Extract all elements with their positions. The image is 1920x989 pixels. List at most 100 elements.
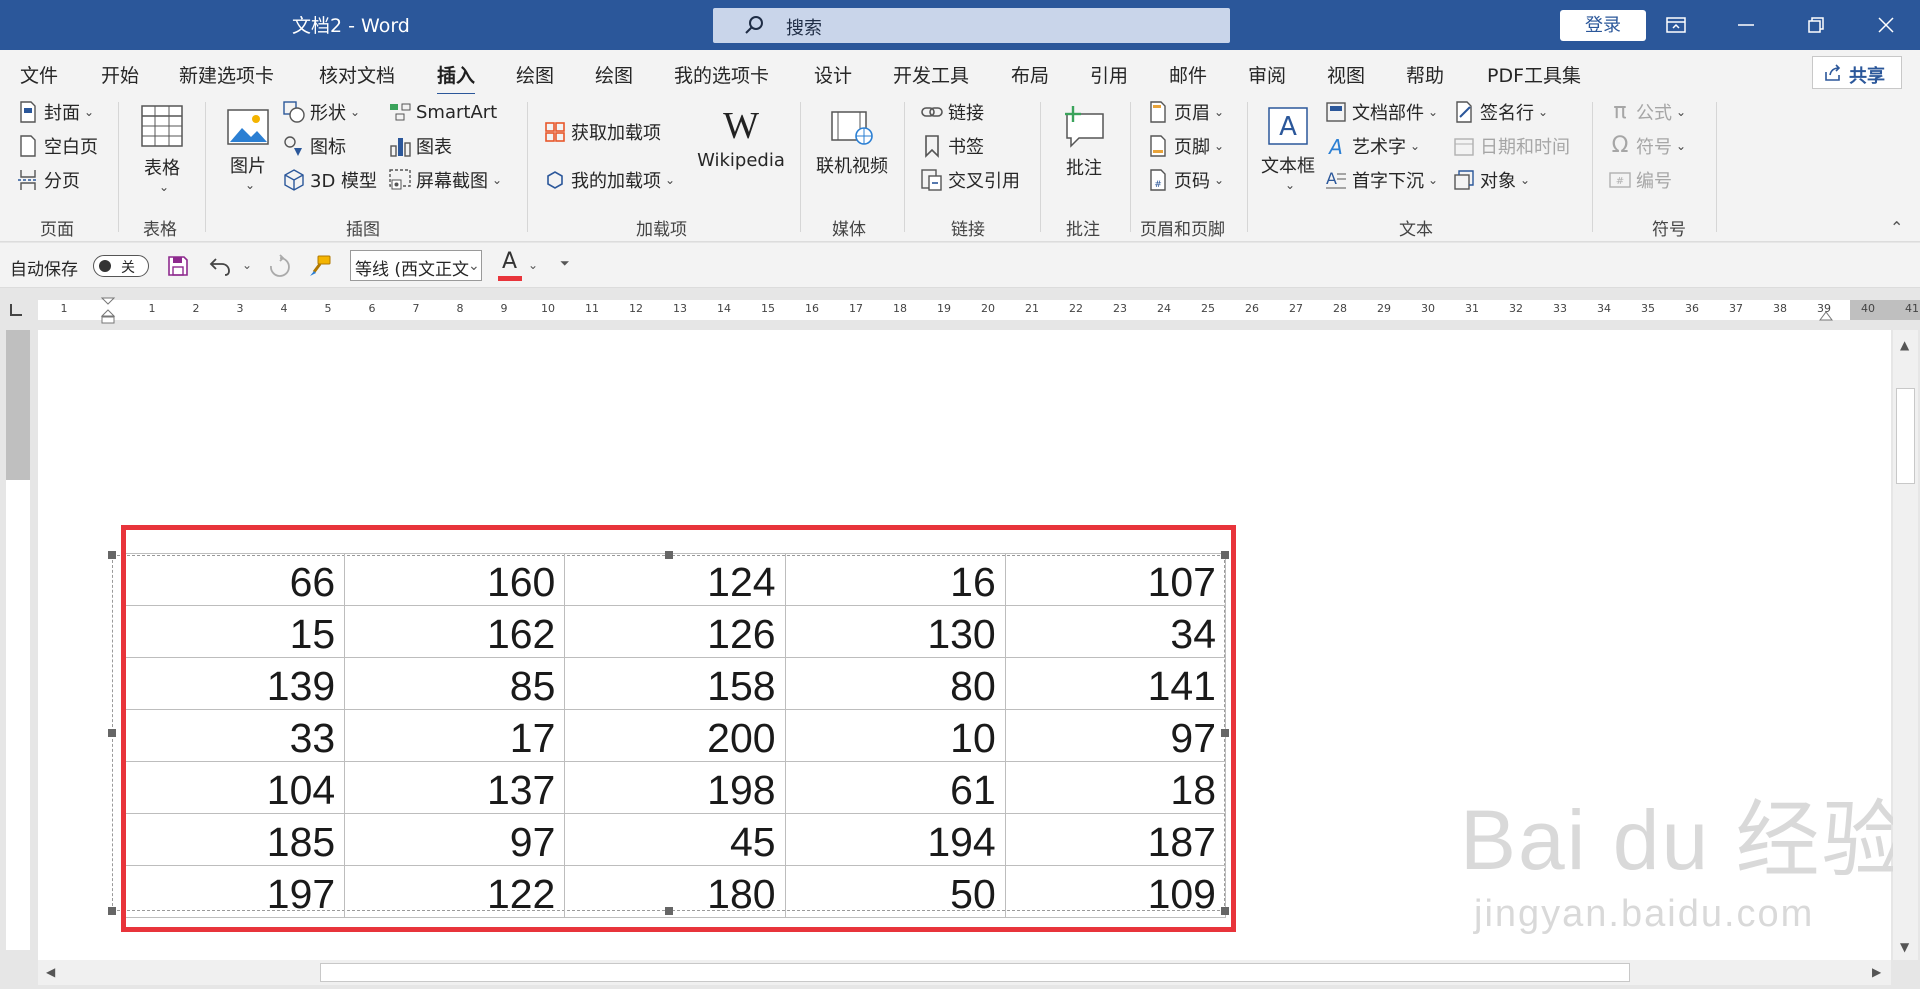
vertical-scroll-thumb[interactable] [1896,388,1915,484]
tab-view[interactable]: 视图 [1327,61,1365,88]
ruler-number: 24 [1157,302,1171,315]
icons-button[interactable]: 图标 [282,132,346,160]
tab-mailings[interactable]: 邮件 [1169,61,1207,88]
page-number-label: 页码 [1174,171,1210,192]
close-button[interactable] [1858,0,1914,50]
date-time-button[interactable]: 日期和时间 [1452,132,1570,160]
right-indent-icon[interactable] [1818,306,1834,322]
resize-handle[interactable] [108,907,116,915]
bookmark-button[interactable]: 书签 [920,132,984,160]
shapes-button[interactable]: 形状 ⌄ [282,98,360,126]
customize-toolbar-icon[interactable]: ⏷ [560,256,570,271]
autosave-state: 关 [121,260,135,276]
toggle-knob [99,260,111,272]
date-time-label: 日期和时间 [1480,137,1570,158]
table-label: 表格 [144,158,180,179]
ruler-number: 27 [1289,302,1303,315]
svg-text:A: A [1279,112,1297,142]
undo-dropdown-icon[interactable]: ⌄ [242,258,252,272]
quick-parts-button[interactable]: 文档部件 ⌄ [1324,98,1438,126]
3d-models-button[interactable]: 3D 模型 [282,166,377,194]
symbol-label: 符号 [1636,137,1672,158]
header-button[interactable]: 页眉 ⌄ [1146,98,1224,126]
tab-draw-2[interactable]: 绘图 [595,61,633,88]
quick-parts-label: 文档部件 [1352,103,1424,124]
tab-home[interactable]: 开始 [101,61,139,88]
tab-stop-icon[interactable] [10,304,22,316]
page-number-button[interactable]: # 页码 ⌄ [1146,166,1224,194]
svg-text:W: W [723,106,759,144]
search-box[interactable]: 搜索 [713,8,1230,43]
indent-marker-icon[interactable] [100,296,116,326]
tab-my-tab[interactable]: 我的选项卡 [674,61,769,88]
tab-references[interactable]: 引用 [1090,61,1128,88]
resize-handle[interactable] [108,551,116,559]
smartart-button[interactable]: SmartArt [388,98,497,126]
vertical-scrollbar[interactable]: ▲ ▼ [1893,330,1918,960]
horizontal-scrollbar[interactable]: ◀ ▶ [38,960,1891,985]
undo-icon[interactable] [208,254,232,278]
picture-button[interactable]: 图片 ⌄ [224,108,272,192]
footer-button[interactable]: 页脚 ⌄ [1146,132,1224,160]
autosave-toggle[interactable]: 关 [93,255,149,277]
font-dropdown-icon[interactable]: ⌄ [468,258,480,274]
ribbon-display-options-button[interactable] [1648,0,1704,50]
object-button[interactable]: 对象 ⌄ [1452,166,1530,194]
cross-reference-button[interactable]: 交叉引用 [920,166,1020,194]
tab-review[interactable]: 审阅 [1248,61,1286,88]
login-button[interactable]: 登录 [1560,10,1646,41]
numbering-button[interactable]: # 编号 [1608,166,1672,194]
scroll-right-icon[interactable]: ▶ [1872,965,1881,979]
font-name-dropdown[interactable]: 等线 (西文正文 [350,250,482,281]
wikipedia-button[interactable]: W Wikipedia [694,106,788,171]
resize-handle[interactable] [108,729,116,737]
comment-button[interactable]: 批注 [1058,104,1110,180]
font-color-dropdown-icon[interactable]: ⌄ [528,258,538,272]
share-button[interactable]: 共享 [1812,56,1902,89]
my-addins-label: 我的加载项 [571,171,661,192]
text-box-button[interactable]: A 文本框 ⌄ [1260,106,1316,192]
restore-button[interactable] [1788,0,1844,50]
quick-access-toolbar: 自动保存 关 ⌄ 等线 (西文正文 ⌄ A ⌄ ⏷ [0,243,1920,288]
tab-help[interactable]: 帮助 [1406,61,1444,88]
scroll-up-icon[interactable]: ▲ [1900,338,1909,352]
scroll-left-icon[interactable]: ◀ [46,965,55,979]
tab-design[interactable]: 设计 [814,61,852,88]
tab-new-tab[interactable]: 新建选项卡 [179,61,274,88]
minimize-button[interactable] [1718,0,1774,50]
my-addins-button[interactable]: 我的加载项 ⌄ [543,166,675,194]
redo-icon[interactable] [266,254,290,278]
cover-page-button[interactable]: 封面 ⌄ [16,98,94,126]
tab-insert[interactable]: 插入 [437,61,476,96]
page-break-button[interactable]: 分页 [16,166,80,194]
symbol-button[interactable]: Ω 符号 ⌄ [1608,132,1686,160]
chart-button[interactable]: 图表 [388,132,452,160]
table-button[interactable]: 表格 ⌄ [138,104,186,194]
tab-file[interactable]: 文件 [20,61,58,88]
signature-line-button[interactable]: 签名行 ⌄ [1452,98,1548,126]
online-video-button[interactable]: 联机视频 [812,108,892,178]
ruler-number: 14 [717,302,731,315]
tab-pdf-tools[interactable]: PDF工具集 [1487,61,1581,88]
text-box-label: 文本框 [1261,156,1315,177]
tab-proofread[interactable]: 核对文档 [319,61,395,88]
collapse-ribbon-icon[interactable]: ⌃ [1890,218,1903,237]
format-painter-icon[interactable] [308,254,332,278]
bookmark-label: 书签 [948,137,984,158]
horizontal-scroll-thumb[interactable] [320,963,1630,982]
wordart-button[interactable]: A 艺术字 ⌄ [1324,132,1420,160]
font-color-button[interactable]: A [498,249,524,281]
save-icon[interactable] [166,254,190,278]
scroll-down-icon[interactable]: ▼ [1900,940,1909,954]
tab-layout[interactable]: 布局 [1011,61,1049,88]
blank-page-button[interactable]: 空白页 [16,132,98,160]
screenshot-button[interactable]: 屏幕截图 ⌄ [388,166,502,194]
equation-button[interactable]: π 公式 ⌄ [1608,98,1686,126]
tab-draw[interactable]: 绘图 [516,61,554,88]
get-addins-button[interactable]: 获取加载项 [543,118,661,146]
drop-cap-button[interactable]: A 首字下沉 ⌄ [1324,166,1438,194]
link-button[interactable]: 链接 [920,98,984,126]
tab-developer[interactable]: 开发工具 [893,61,969,88]
font-color-swatch [498,276,522,281]
picture-icon [227,109,269,145]
